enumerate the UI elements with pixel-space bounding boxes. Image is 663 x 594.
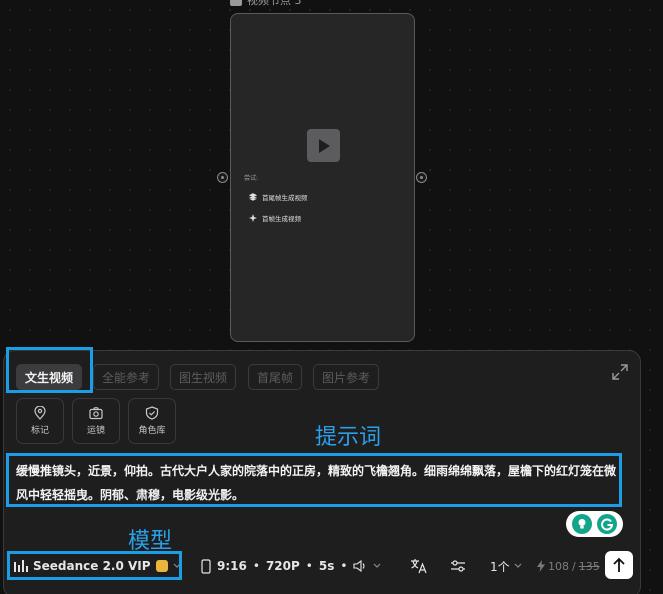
phone-icon xyxy=(201,558,211,574)
duration: 5s xyxy=(318,559,335,573)
tab-image-reference[interactable]: 图片参考 xyxy=(313,364,380,390)
try-label: 尝试: xyxy=(244,175,259,182)
model-highlight-box xyxy=(7,551,182,580)
chevron-down-icon xyxy=(374,563,381,568)
count-selector[interactable]: 1个 xyxy=(490,557,522,575)
play-button[interactable] xyxy=(307,129,340,162)
arrow-up-icon xyxy=(613,557,625,572)
tab-highlight-box xyxy=(6,347,93,393)
layers-icon xyxy=(249,193,257,201)
separator-dot: • xyxy=(340,559,348,573)
tool-label: 运镜 xyxy=(86,426,105,436)
option-label: 首帧生成视频 xyxy=(262,215,301,223)
grammarly-widget[interactable] xyxy=(566,511,623,537)
credits-slash: / xyxy=(572,559,576,573)
expand-icon[interactable] xyxy=(611,363,629,381)
node-input-handle[interactable] xyxy=(217,172,228,183)
tab-omni-reference[interactable]: 全能参考 xyxy=(93,364,160,390)
tool-label: 标记 xyxy=(30,426,49,436)
tool-character-library[interactable]: 角色库 xyxy=(128,398,176,444)
credits-display: 108 / 135 xyxy=(537,557,600,575)
translate-button[interactable] xyxy=(410,557,428,575)
grammarly-icon[interactable] xyxy=(597,514,618,534)
resolution: 720P xyxy=(265,559,300,573)
chevron-down-icon xyxy=(514,563,522,568)
option-first-last-frame[interactable]: 首尾帧生成视频 xyxy=(249,192,308,202)
separator-dot: • xyxy=(305,559,313,573)
sliders-icon xyxy=(451,560,465,572)
tab-first-last-frame[interactable]: 首尾帧 xyxy=(248,364,303,390)
lightning-icon xyxy=(537,560,545,572)
tool-mark[interactable]: 标记 xyxy=(16,398,64,444)
video-settings[interactable]: 9:16 • 720P • 5s • xyxy=(201,557,381,575)
shield-icon xyxy=(145,406,159,420)
tab-image-to-video[interactable]: 图生视频 xyxy=(170,364,237,390)
video-node-icon xyxy=(230,0,242,6)
separator-dot: • xyxy=(252,559,260,573)
location-pin-icon xyxy=(34,406,46,420)
sparkle-icon xyxy=(249,214,257,222)
camera-icon xyxy=(89,407,103,420)
lightbulb-icon[interactable] xyxy=(571,514,592,534)
submit-button[interactable] xyxy=(605,551,633,579)
count-value: 1个 xyxy=(490,559,510,574)
credits-original: 135 xyxy=(578,559,600,573)
tool-label: 角色库 xyxy=(138,426,166,436)
prompt-highlight-box xyxy=(6,453,622,507)
credits-cost: 108 xyxy=(548,559,569,573)
speaker-icon xyxy=(353,560,365,572)
prompt-annotation: 提示词 xyxy=(315,425,382,450)
play-icon xyxy=(318,138,330,153)
node-output-handle[interactable] xyxy=(416,172,427,183)
settings-sliders-button[interactable] xyxy=(450,557,466,575)
node-title: 视频节点 3 xyxy=(230,0,302,7)
tool-camera-move[interactable]: 运镜 xyxy=(72,398,120,444)
aspect-ratio: 9:16 xyxy=(217,559,247,573)
node-title-text: 视频节点 3 xyxy=(247,0,302,7)
video-node[interactable]: 尝试: 首尾帧生成视频 首帧生成视频 xyxy=(230,13,415,342)
option-label: 首尾帧生成视频 xyxy=(262,194,308,202)
translate-icon xyxy=(411,559,427,574)
option-first-frame[interactable]: 首帧生成视频 xyxy=(249,213,301,223)
